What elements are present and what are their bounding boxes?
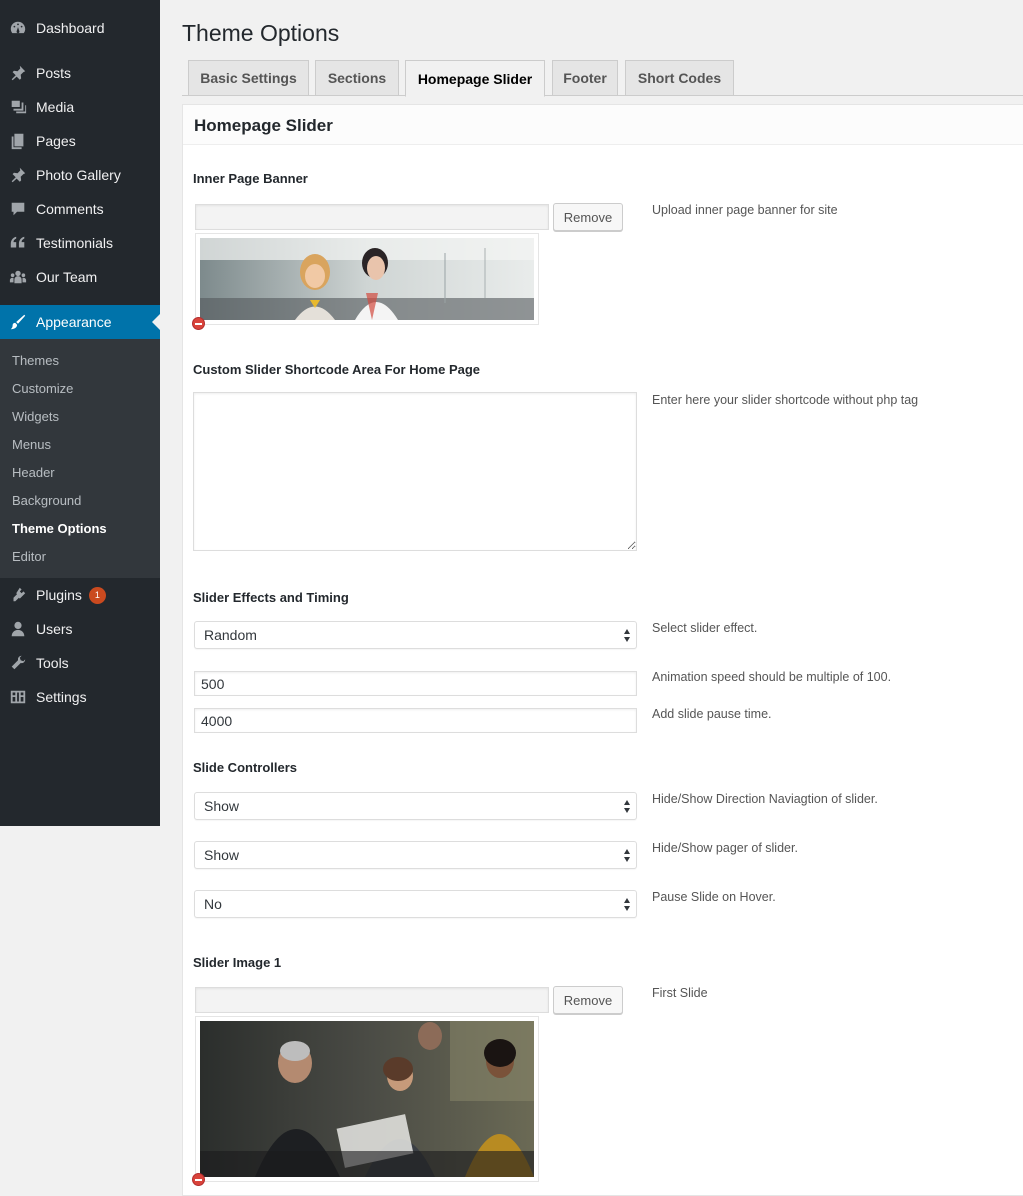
dashboard-icon [0,19,36,37]
menu-users[interactable]: Users [0,612,160,646]
pause-time-description: Add slide pause time. [652,707,772,721]
inner-banner-url-field[interactable] [195,204,549,230]
direction-nav-value: Show [204,798,240,814]
settings-icon [0,688,36,706]
user-icon [0,620,36,638]
tab-homepage-slider[interactable]: Homepage Slider [405,60,545,97]
tab-short-codes[interactable]: Short Codes [625,60,734,96]
inner-banner-remove-icon[interactable] [192,317,205,330]
slider-image-1-preview [195,1016,539,1182]
menu-photo-gallery[interactable]: Photo Gallery [0,158,160,192]
slider-image-1-heading: Slider Image 1 [193,955,282,970]
comment-icon [0,200,36,218]
submenu-editor[interactable]: Editor [12,549,46,564]
menu-dashboard[interactable]: Dashboard [0,11,160,45]
animation-speed-input[interactable]: 500 [194,671,637,696]
menu-settings[interactable]: Settings [0,680,160,714]
inner-banner-image [200,238,534,320]
brush-icon [0,313,36,331]
slider-image-1-url-field[interactable] [195,987,549,1013]
tab-sections[interactable]: Sections [315,60,399,96]
page-title: Theme Options [182,20,340,46]
slider-image-1-remove-icon[interactable] [192,1173,205,1186]
direction-nav-description: Hide/Show Direction Naviagtion of slider… [652,792,878,806]
update-count-badge: 1 [88,586,106,604]
pager-description: Hide/Show pager of slider. [652,841,798,855]
animation-speed-description: Animation speed should be multiple of 10… [652,670,892,684]
slider-effect-select[interactable]: Random [194,621,637,649]
shortcode-textarea[interactable] [193,392,637,551]
pages-icon [0,132,36,150]
slider-image-1-remove-button[interactable]: Remove [553,986,623,1014]
current-menu-arrow [152,314,160,330]
submenu-widgets[interactable]: Widgets [12,409,59,424]
slider-effect-description: Select slider effect. [652,621,758,635]
submenu-header[interactable]: Header [12,465,55,480]
pager-value: Show [204,847,240,863]
inner-banner-preview [195,233,539,325]
pin-icon [0,64,36,82]
submenu-background[interactable]: Background [12,493,81,508]
submenu-menus[interactable]: Menus [12,437,51,452]
groups-icon [0,268,36,286]
shortcode-heading: Custom Slider Shortcode Area For Home Pa… [193,362,481,377]
tab-bar: Basic Settings Sections Homepage Slider … [182,60,1023,97]
select-arrows-icon [624,898,630,911]
controllers-heading: Slide Controllers [193,760,298,775]
plugin-icon [0,586,36,604]
admin-sidebar: Dashboard Posts Media Pages Photo Galler… [0,0,160,826]
panel-title: Homepage Slider [194,116,333,135]
wrench-icon [0,654,36,672]
select-arrows-icon [624,800,630,813]
inner-banner-description: Upload inner page banner for site [652,203,838,217]
slider-effect-value: Random [204,627,257,643]
pause-hover-value: No [204,896,222,912]
inner-banner-remove-button[interactable]: Remove [553,203,623,231]
tab-footer[interactable]: Footer [552,60,618,96]
appearance-submenu: Themes Customize Widgets Menus Header Ba… [0,339,160,578]
quote-icon [0,234,36,252]
tab-basic-settings[interactable]: Basic Settings [188,60,309,96]
submenu-theme-options[interactable]: Theme Options [12,521,107,536]
effects-heading: Slider Effects and Timing [193,590,349,605]
inner-banner-heading: Inner Page Banner [193,171,308,186]
submenu-themes[interactable]: Themes [12,353,59,368]
pause-hover-description: Pause Slide on Hover. [652,890,776,904]
menu-our-team[interactable]: Our Team [0,260,160,294]
slider-image-1-image [200,1021,534,1177]
select-arrows-icon [624,629,630,642]
menu-tools[interactable]: Tools [0,646,160,680]
media-icon [0,98,36,116]
menu-appearance[interactable]: Appearance [0,305,160,339]
menu-media[interactable]: Media [0,90,160,124]
menu-posts[interactable]: Posts [0,56,160,90]
panel-header: Homepage Slider [183,105,1023,145]
pager-select[interactable]: Show [194,841,637,869]
menu-testimonials[interactable]: Testimonials [0,226,160,260]
menu-plugins[interactable]: Plugins 1 [0,578,160,612]
slider-image-1-description: First Slide [652,986,708,1000]
options-panel: Homepage Slider Inner Page Banner Remove… [182,104,1023,1196]
select-arrows-icon [624,849,630,862]
pin-icon [0,166,36,184]
pause-hover-select[interactable]: No [194,890,637,918]
submenu-customize[interactable]: Customize [12,381,73,396]
shortcode-description: Enter here your slider shortcode without… [652,393,919,407]
menu-pages[interactable]: Pages [0,124,160,158]
menu-comments[interactable]: Comments [0,192,160,226]
pause-time-input[interactable]: 4000 [194,708,637,733]
direction-nav-select[interactable]: Show [194,792,637,820]
